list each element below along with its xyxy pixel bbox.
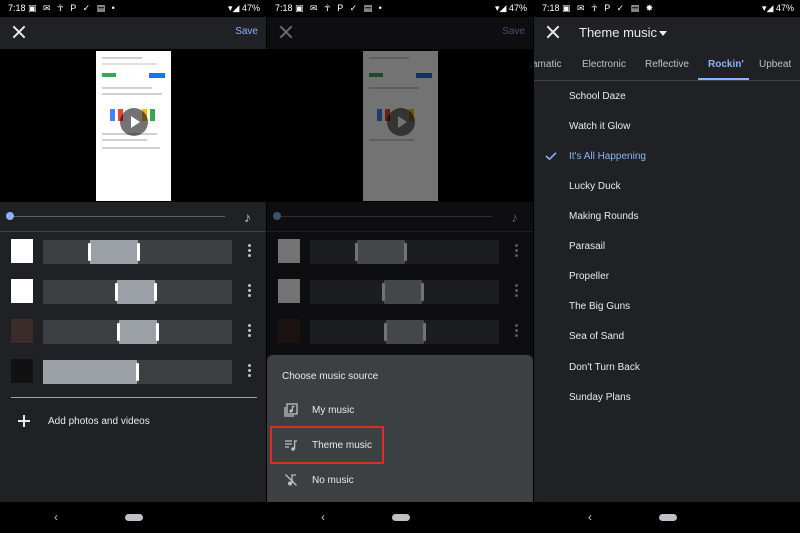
add-photos-button[interactable]: Add photos and videos: [0, 410, 266, 434]
plus-icon: [18, 415, 30, 427]
clip-row[interactable]: [0, 279, 266, 305]
home-pill[interactable]: [659, 514, 677, 521]
clip-thumbnail: [11, 319, 33, 343]
tab-reflective[interactable]: Reflective: [645, 59, 689, 70]
trim-handle-start[interactable]: [88, 243, 91, 261]
option-no-music[interactable]: No music: [267, 466, 533, 496]
close-icon[interactable]: [544, 23, 562, 41]
song-item[interactable]: Watch it Glow: [569, 121, 630, 132]
back-icon[interactable]: ‹: [321, 510, 325, 524]
trim-handle-end[interactable]: [156, 323, 159, 341]
sheet-title: Choose music source: [282, 371, 379, 382]
status-bar: 7:18 ▣ ✉ ☥ P ✓ ▤ • ▾◢ 47%: [267, 0, 533, 17]
play-icon[interactable]: [120, 108, 148, 136]
video-preview[interactable]: [0, 49, 266, 202]
music-source-panel: 7:18 ▣ ✉ ☥ P ✓ ▤ • ▾◢ 47% Save ♪: [267, 0, 533, 533]
battery-level: ▾◢ 47%: [228, 3, 260, 13]
system-nav-bar: ‹: [267, 502, 533, 533]
dropdown-arrow-icon[interactable]: [659, 31, 667, 36]
tab-rockin[interactable]: Rockin': [708, 59, 744, 70]
page-title[interactable]: Theme music: [579, 25, 657, 40]
more-vert-icon[interactable]: [246, 322, 252, 340]
library-music-icon: [284, 403, 298, 417]
notification-icons: ▣ ✉ ☥ P ✓ ▤ •: [295, 3, 384, 13]
top-bar: Theme music: [534, 17, 800, 49]
add-photos-label: Add photos and videos: [48, 416, 150, 427]
theme-music-panel: 7:18 ▣ ✉ ☥ P ✓ ▤ ✸ ▾◢ 47% Theme music am…: [534, 0, 800, 533]
active-tab-indicator: [698, 78, 749, 80]
notification-icons: ▣ ✉ ☥ P ✓ ▤ ✸: [562, 3, 656, 13]
music-off-icon: [285, 474, 297, 486]
status-time: 7:18: [8, 3, 26, 13]
check-icon: [545, 152, 557, 160]
top-bar: Save: [0, 17, 266, 49]
clip-thumbnail: [11, 239, 33, 263]
clip-trim-bar[interactable]: [43, 320, 232, 344]
home-pill[interactable]: [392, 514, 410, 521]
clip-trim-bar[interactable]: [43, 360, 232, 384]
song-item[interactable]: Sunday Plans: [569, 392, 631, 403]
song-item-selected[interactable]: It's All Happening: [569, 151, 646, 162]
genre-tabs: amatic Electronic Reflective Rockin' Upb…: [534, 49, 800, 81]
trim-handle-start[interactable]: [117, 323, 120, 341]
back-icon[interactable]: ‹: [588, 510, 592, 524]
tab-electronic[interactable]: Electronic: [582, 59, 626, 70]
option-label: My music: [312, 405, 355, 416]
status-time: 7:18: [275, 3, 293, 13]
status-time: 7:18: [542, 3, 560, 13]
option-my-music[interactable]: My music: [267, 396, 533, 426]
scrubber-handle[interactable]: [6, 212, 14, 220]
clip-row[interactable]: [0, 319, 266, 345]
music-note-icon[interactable]: ♪: [244, 209, 251, 225]
status-bar: 7:18 ▣ ✉ ☥ P ✓ ▤ • ▾◢ 47%: [0, 0, 266, 17]
system-nav-bar: ‹: [534, 502, 800, 533]
clip-thumbnail: [11, 359, 33, 383]
trim-handle-end[interactable]: [136, 363, 139, 381]
more-vert-icon[interactable]: [246, 362, 252, 380]
home-pill[interactable]: [125, 514, 143, 521]
music-source-sheet: Choose music source My music Theme music…: [267, 355, 533, 502]
trim-handle-end[interactable]: [137, 243, 140, 261]
more-vert-icon[interactable]: [246, 242, 252, 260]
song-item[interactable]: Don't Turn Back: [569, 362, 640, 373]
close-icon[interactable]: [10, 23, 28, 41]
trim-handle-end[interactable]: [154, 283, 157, 301]
song-item[interactable]: Making Rounds: [569, 211, 638, 222]
highlight-box: [270, 426, 384, 464]
tab-upbeat[interactable]: Upbeat: [759, 59, 791, 70]
song-item[interactable]: Parasail: [569, 241, 605, 252]
song-item[interactable]: Propeller: [569, 271, 609, 282]
battery-level: ▾◢ 47%: [762, 3, 794, 13]
system-nav-bar: ‹: [0, 502, 266, 533]
clip-row[interactable]: [0, 359, 266, 385]
clip-trim-bar[interactable]: [43, 280, 232, 304]
song-item[interactable]: Sea of Sand: [569, 331, 624, 342]
battery-level: ▾◢ 47%: [495, 3, 527, 13]
clip-trim-bar[interactable]: [43, 240, 232, 264]
tab-dramatic[interactable]: amatic: [534, 59, 561, 70]
trim-handle-start[interactable]: [115, 283, 118, 301]
clip-row[interactable]: [0, 239, 266, 265]
editor-panel: 7:18 ▣ ✉ ☥ P ✓ ▤ • ▾◢ 47% Save ♪ Add pho…: [0, 0, 266, 533]
timeline-scrubber[interactable]: ♪: [0, 202, 266, 232]
option-label: No music: [312, 475, 354, 486]
song-item[interactable]: School Daze: [569, 91, 626, 102]
save-button[interactable]: Save: [235, 26, 258, 37]
song-item[interactable]: Lucky Duck: [569, 181, 621, 192]
song-item[interactable]: The Big Guns: [569, 301, 630, 312]
back-icon[interactable]: ‹: [54, 510, 58, 524]
notification-icons: ▣ ✉ ☥ P ✓ ▤ •: [28, 3, 117, 13]
clip-thumbnail: [11, 279, 33, 303]
more-vert-icon[interactable]: [246, 282, 252, 300]
divider: [11, 397, 257, 398]
status-bar: 7:18 ▣ ✉ ☥ P ✓ ▤ ✸ ▾◢ 47%: [534, 0, 800, 17]
